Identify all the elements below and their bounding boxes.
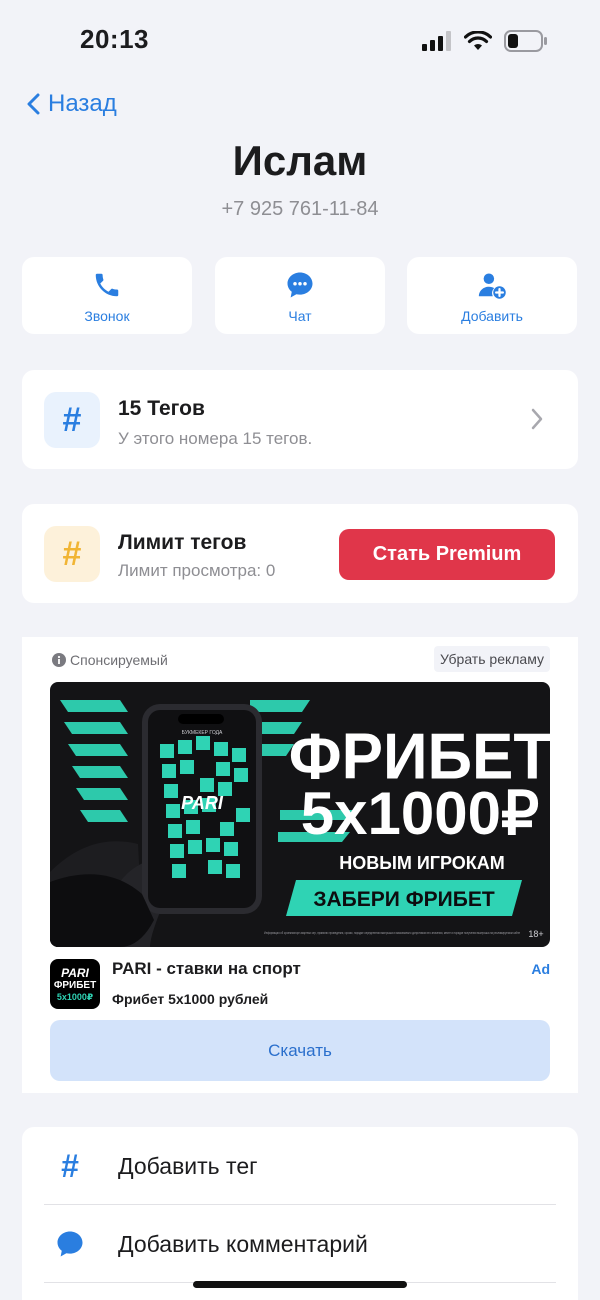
app-logo-line2: 5x1000₽ — [56, 991, 94, 1002]
home-indicator[interactable] — [193, 1281, 407, 1288]
ad-badge: Ad — [531, 961, 550, 977]
comment-icon — [57, 1231, 83, 1257]
phone-icon — [95, 273, 119, 297]
ad-banner-art: БУКМЕКЕР ГОДА PARI ФРИБЕТ 5x1000₽ НОВЫМ … — [50, 700, 550, 947]
sponsored-label-wrap: Спонсируемый — [52, 652, 168, 668]
chevron-right-icon — [531, 408, 543, 430]
info-icon[interactable] — [52, 653, 66, 667]
limit-title: Лимит тегов — [118, 531, 247, 554]
chat-label: Чат — [288, 308, 312, 324]
banner-subline: НОВЫМ ИГРОКАМ — [339, 853, 505, 873]
add-contact-label: Добавить — [461, 308, 523, 324]
add-tag-label: Добавить тег — [118, 1152, 258, 1179]
banner-cta: ЗАБЕРИ ФРИБЕТ — [313, 888, 494, 911]
chevron-left-icon — [27, 93, 40, 115]
contact-phone[interactable]: +7 925 761-11-84 — [0, 198, 600, 221]
add-tag-item[interactable]: # Добавить тег — [22, 1127, 578, 1205]
remove-ads-button[interactable]: Убрать рекламу — [433, 646, 550, 672]
banner-brand: PARI — [181, 793, 224, 813]
phone-caption: БУКМЕКЕР ГОДА — [182, 730, 223, 736]
add-contact-icon — [478, 273, 506, 299]
chat-button[interactable]: Чат — [215, 257, 385, 334]
banner-age: 18+ — [528, 929, 543, 939]
banner-disclaimer: Информация об организаторе азартных игр,… — [264, 930, 520, 935]
hashtag-icon: # — [61, 1147, 79, 1184]
actions-list: # Добавить тег Добавить комментарий — [22, 1127, 578, 1300]
app-logo[interactable]: PARI ФРИБЕТ 5x1000₽ — [50, 959, 100, 1009]
battery-icon — [504, 30, 547, 52]
add-comment-label: Добавить комментарий — [118, 1230, 368, 1257]
status-bar: 20:13 — [0, 0, 600, 80]
ad-card: Спонсируемый Убрать рекламу БУКМЕКЕР ГОД… — [22, 637, 578, 1093]
app-logo-line1: ФРИБЕТ — [53, 979, 97, 991]
hashtag-icon: # — [44, 392, 100, 448]
wifi-icon — [464, 31, 492, 50]
back-label: Назад — [48, 90, 117, 117]
chat-icon — [287, 272, 313, 298]
sponsored-label: Спонсируемый — [70, 652, 168, 668]
tags-card[interactable]: # 15 Тегов У этого номера 15 тегов. — [22, 370, 578, 469]
contact-name: Ислам — [232, 137, 368, 184]
add-contact-button[interactable]: Добавить — [407, 257, 577, 334]
add-comment-item[interactable]: Добавить комментарий — [22, 1205, 578, 1283]
call-label: Звонок — [84, 308, 130, 324]
tags-subtitle: У этого номера 15 тегов. — [118, 429, 313, 448]
app-logo-brand: PARI — [61, 965, 89, 980]
back-button[interactable]: Назад — [26, 90, 117, 118]
hashtag-icon: # — [44, 526, 100, 582]
banner-amount: 5x1000₽ — [301, 780, 539, 847]
download-button[interactable]: Скачать — [50, 1020, 550, 1081]
limit-subtitle: Лимит просмотра: 0 — [118, 561, 276, 580]
ad-banner[interactable]: БУКМЕКЕР ГОДА PARI ФРИБЕТ 5x1000₽ НОВЫМ … — [50, 682, 550, 947]
app-description: Фрибет 5x1000 рублей — [112, 991, 269, 1007]
app-name[interactable]: PARI - ставки на спорт — [112, 959, 301, 979]
premium-button[interactable]: Стать Premium — [339, 529, 555, 580]
signal-icon — [422, 31, 451, 51]
status-icons — [422, 28, 548, 54]
status-time: 20:13 — [80, 24, 149, 54]
tag-limit-card: # Лимит тегов Лимит просмотра: 0 Стать P… — [22, 504, 578, 603]
call-button[interactable]: Звонок — [22, 257, 192, 334]
tags-title: 15 Тегов — [118, 397, 205, 420]
